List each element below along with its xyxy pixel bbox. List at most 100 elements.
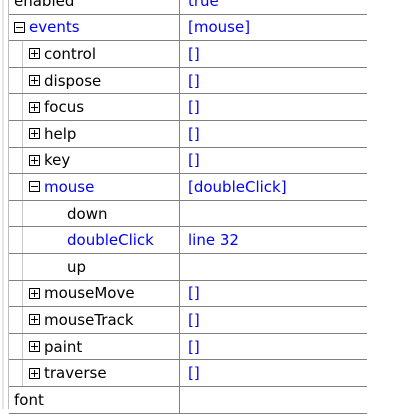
property-key-cell: key <box>9 147 180 174</box>
property-row-events[interactable]: events [mouse] <box>9 14 367 42</box>
property-value: [] <box>188 284 200 303</box>
property-key-cell: dispose <box>9 67 180 94</box>
property-key-cell: focus <box>9 94 180 120</box>
indent-guide <box>9 333 23 360</box>
property-value-cell[interactable]: [] <box>180 360 367 386</box>
property-key-cell: doubleClick <box>9 227 180 253</box>
property-value-cell[interactable]: line 32 <box>180 227 367 253</box>
property-key-label: mouseTrack <box>44 310 134 329</box>
indent-guide <box>9 94 23 120</box>
property-value: [] <box>188 337 200 356</box>
property-sheet: enabled true events [mouse] control [] d… <box>0 0 401 414</box>
property-value: true <box>188 0 219 10</box>
property-row-dispose[interactable]: dispose [] <box>9 67 367 95</box>
indent-guide <box>9 307 23 333</box>
indent-guide <box>9 147 23 174</box>
property-value-cell[interactable] <box>180 201 367 227</box>
indent-guide <box>9 360 23 386</box>
expand-icon[interactable] <box>29 154 40 166</box>
indent-guide <box>9 41 23 67</box>
property-row-down[interactable]: down <box>9 200 367 228</box>
property-row-enabled[interactable]: enabled true <box>9 0 367 15</box>
property-value-cell[interactable]: [] <box>180 148 367 174</box>
property-row-paint[interactable]: paint [] <box>9 333 367 361</box>
property-key-label: font <box>14 390 44 409</box>
property-key-cell: down <box>9 200 180 227</box>
property-value: [] <box>188 71 200 90</box>
property-value-cell[interactable]: true <box>180 0 367 14</box>
property-value: [] <box>188 151 200 170</box>
property-key-cell: mouseMove <box>9 280 180 307</box>
property-table: enabled true events [mouse] control [] d… <box>9 0 367 414</box>
collapse-icon[interactable] <box>14 21 25 33</box>
expand-icon[interactable] <box>29 314 40 326</box>
expand-icon[interactable] <box>29 367 40 379</box>
property-row-mouse[interactable]: mouse [doubleClick] <box>9 174 367 201</box>
property-row-traverse[interactable]: traverse [] <box>9 360 367 387</box>
property-row-mousemove[interactable]: mouseMove [] <box>9 280 367 308</box>
property-value-cell[interactable]: [doubleClick] <box>180 174 367 200</box>
property-row-font[interactable]: font <box>9 386 367 414</box>
property-key-cell: mouse <box>9 174 180 200</box>
property-key-label: traverse <box>44 364 107 383</box>
right-gutter <box>367 0 401 409</box>
indent-guide <box>9 120 23 147</box>
property-key-cell: traverse <box>9 360 180 386</box>
indent-guide <box>9 67 23 94</box>
property-key-label: doubleClick <box>67 231 154 250</box>
indent-guide <box>9 227 23 253</box>
property-key-cell: enabled <box>9 0 180 14</box>
property-key-label: down <box>67 204 108 223</box>
property-value-cell[interactable]: [] <box>180 41 367 67</box>
indent-guide <box>9 253 23 280</box>
property-key-label: up <box>67 257 87 276</box>
property-key-cell: mouseTrack <box>9 307 180 333</box>
property-key-cell: up <box>9 253 180 280</box>
indent-guide <box>9 174 23 200</box>
left-border <box>0 0 9 409</box>
property-row-doubleclick[interactable]: doubleClick line 32 <box>9 227 367 254</box>
property-row-control[interactable]: control [] <box>9 41 367 68</box>
property-key-label: paint <box>44 337 83 356</box>
property-value-cell[interactable]: [] <box>180 121 367 147</box>
property-value: line 32 <box>188 231 239 250</box>
expand-icon[interactable] <box>29 287 40 299</box>
property-key-label: enabled <box>14 0 75 10</box>
expand-icon[interactable] <box>29 75 40 87</box>
indent-guide <box>9 280 23 307</box>
property-key-cell: paint <box>9 333 180 360</box>
property-value-cell[interactable] <box>180 254 367 280</box>
indent-guide <box>9 200 23 227</box>
property-value: [] <box>188 44 200 63</box>
property-value: [] <box>188 364 200 383</box>
property-row-help[interactable]: help [] <box>9 120 367 148</box>
property-row-focus[interactable]: focus [] <box>9 94 367 121</box>
property-value: [doubleClick] <box>188 177 287 196</box>
property-value-cell[interactable]: [mouse] <box>180 15 367 41</box>
property-value: [] <box>188 98 200 117</box>
property-value-cell[interactable]: [] <box>180 94 367 120</box>
collapse-icon[interactable] <box>29 181 40 193</box>
property-value: [mouse] <box>188 18 251 37</box>
expand-icon[interactable] <box>29 341 40 353</box>
property-value-cell[interactable]: [] <box>180 307 367 333</box>
property-key-cell: control <box>9 41 180 67</box>
property-row-key[interactable]: key [] <box>9 147 367 175</box>
property-key-label: help <box>44 124 77 143</box>
property-key-label: mouseMove <box>44 284 135 303</box>
property-value: [] <box>188 124 200 143</box>
property-key-label: events <box>29 18 80 37</box>
property-key-label: control <box>44 44 96 63</box>
property-value-cell[interactable]: [] <box>180 68 367 94</box>
property-value-cell[interactable]: [] <box>180 281 367 307</box>
property-row-up[interactable]: up <box>9 253 367 281</box>
expand-icon[interactable] <box>29 48 40 60</box>
expand-icon[interactable] <box>29 101 40 113</box>
property-value-cell[interactable]: [] <box>180 334 367 360</box>
expand-icon[interactable] <box>29 128 40 140</box>
property-key-cell: events <box>9 14 180 41</box>
property-value: [] <box>188 310 200 329</box>
property-key-label: mouse <box>44 177 95 196</box>
property-row-mousetrack[interactable]: mouseTrack [] <box>9 307 367 334</box>
property-key-label: key <box>44 151 71 170</box>
